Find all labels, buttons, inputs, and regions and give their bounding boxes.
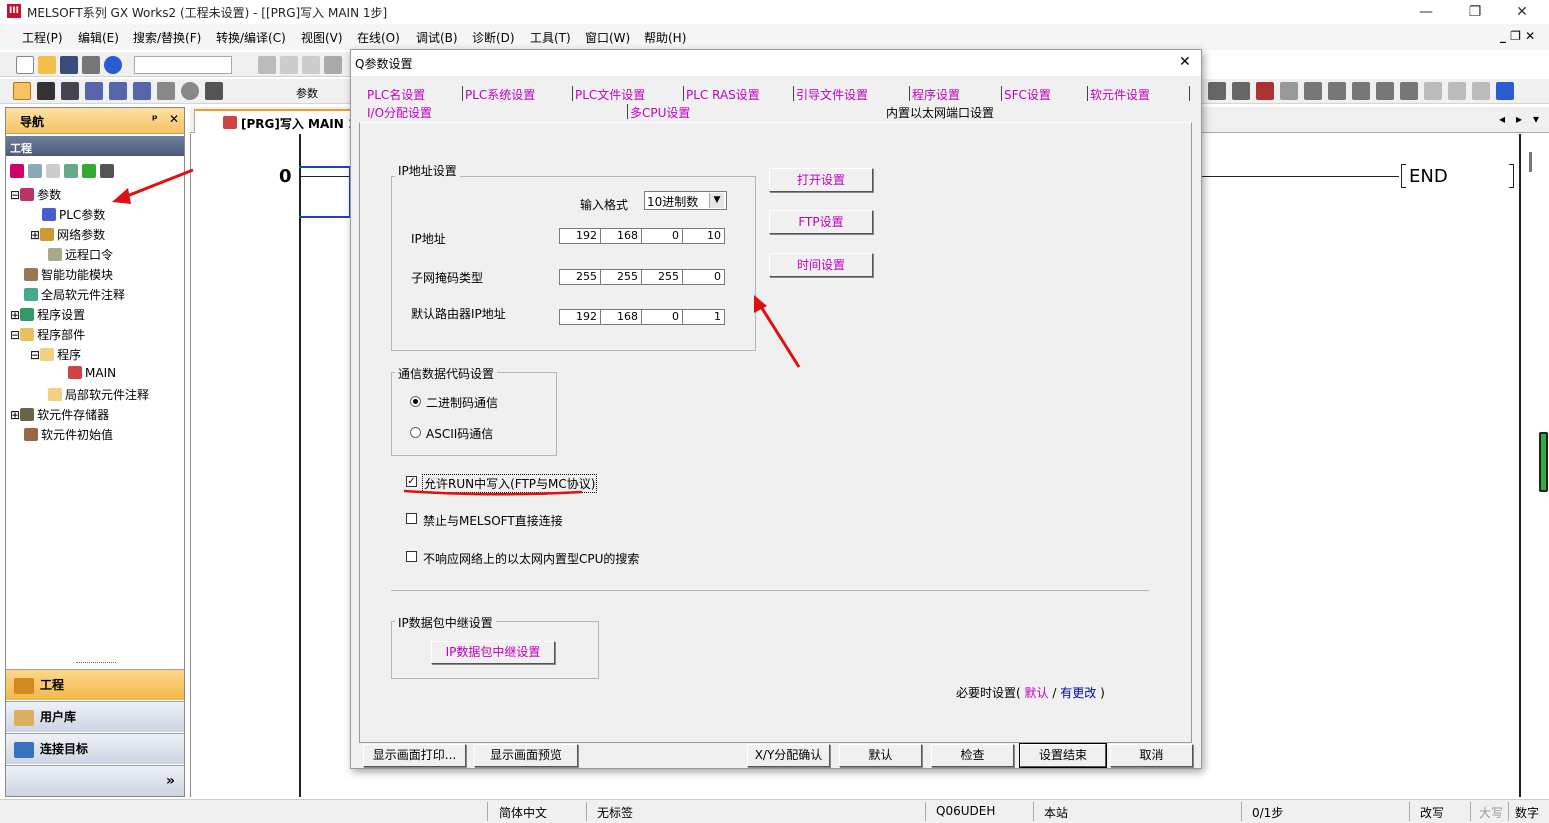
annotation-overlay bbox=[112, 168, 801, 496]
annotation-arrow-ip bbox=[754, 295, 801, 368]
annotation-underline bbox=[403, 489, 583, 496]
annotation-arrow-plc bbox=[112, 168, 194, 204]
